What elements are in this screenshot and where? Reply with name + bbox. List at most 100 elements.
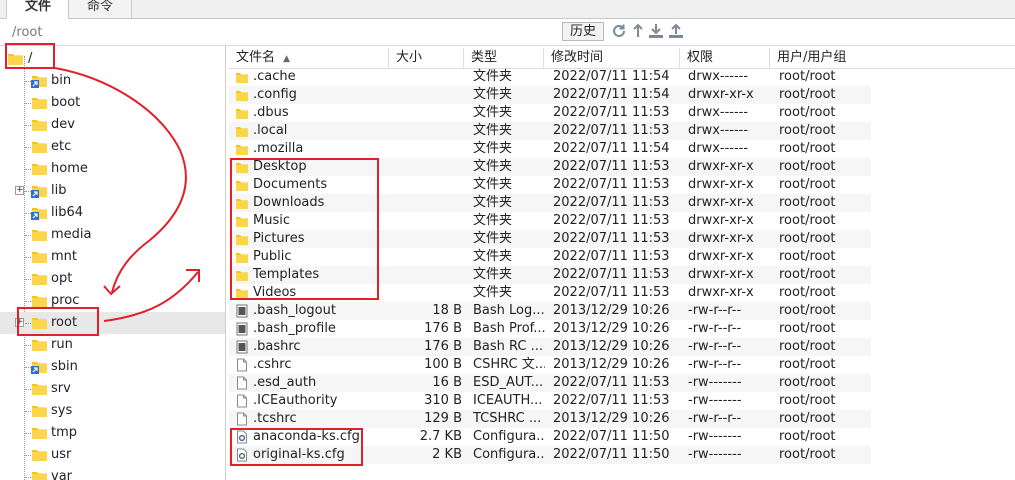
file-row-dot-iceauthority[interactable]: .ICEauthority 310 B ICEAUTH... 2022/07/11 1… [229,392,871,410]
file-owner: root/root [779,285,836,300]
folder-icon [32,252,47,263]
file-permissions: drwx------ [688,123,749,138]
column-header-name[interactable]: 文件名 ▲ [229,48,389,68]
file-name: .config [253,87,297,102]
path-input[interactable] [8,23,556,41]
tree-item-sbin[interactable]: sbin [0,356,225,378]
file-owner: root/root [779,411,836,426]
tree-item-media[interactable]: media [0,224,225,246]
file-row-dot-bash-profile[interactable]: .bash_profile 176 B Bash Prof... 2013/12/29… [229,320,871,338]
file-permissions: drwxr-xr-x [688,249,754,264]
file-owner: root/root [779,231,836,246]
file-row-documents[interactable]: Documents 文件夹 2022/07/11 11:53 drwxr-xr-x ro… [229,176,871,194]
file-row-dot-cache[interactable]: .cache 文件夹 2022/07/11 11:54 drwx------ root/… [229,68,871,86]
file-type: 文件夹 [473,195,513,210]
file-type: 文件夹 [473,249,513,264]
file-type: ESD_AUT... [473,375,544,390]
directory-tree[interactable]: / bin boot dev etc home + lib lib64 media mnt opt p… [0,46,226,480]
file-owner: root/root [779,357,836,372]
column-header-mtime[interactable]: 修改时间 [544,48,680,68]
tree-item-home[interactable]: home [0,158,225,180]
tree-item-sys[interactable]: sys [0,400,225,422]
up-icon[interactable] [630,23,646,39]
column-header-perm[interactable]: 权限 [680,48,770,68]
file-row-downloads[interactable]: Downloads 文件夹 2022/07/11 11:53 drwxr-xr-x ro… [229,194,871,212]
tree-item-label: bin [51,73,72,88]
file-row-desktop[interactable]: Desktop 文件夹 2022/07/11 11:53 drwxr-xr-x root… [229,158,871,176]
file-name: .local [253,123,288,138]
file-row-dot-bash-logout[interactable]: .bash_logout 18 B Bash Log... 2013/12/29 10… [229,302,871,320]
upload-icon[interactable] [668,23,684,39]
folder-icon [236,289,248,299]
file-type: Bash Log... [473,303,545,318]
tree-item-mnt[interactable]: mnt [0,246,225,268]
column-header-owner[interactable]: 用户/用户组 [770,48,871,68]
file-permissions: -rw-r--r-- [688,321,742,336]
file-row-original-ks-cfg[interactable]: original-ks.cfg 2 KB Configura... 2022/07/1… [229,446,871,464]
expand-toggle-icon[interactable]: + [15,318,24,327]
tree-item-dev[interactable]: dev [0,114,225,136]
file-type: 文件夹 [473,285,513,300]
file-size: 2.7 KB [419,429,462,444]
history-button[interactable]: 历史 [562,22,604,41]
file-list-header: 文件名 ▲ 大小 类型 修改时间 权限 用户/用户组 [229,48,1015,69]
file-row-dot-config[interactable]: .config 文件夹 2022/07/11 11:54 drwxr-xr-x root… [229,86,871,104]
file-mtime: 2013/12/29 10:26 [553,411,670,426]
file-row-dot-cshrc[interactable]: .cshrc 100 B CSHRC 文... 2013/12/29 10:26 -rw… [229,356,871,374]
tree-item-etc[interactable]: etc [0,136,225,158]
folder-icon [32,406,47,417]
download-icon[interactable] [648,23,664,39]
tree-item-boot[interactable]: boot [0,92,225,114]
file-mtime: 2022/07/11 11:54 [553,87,670,102]
file-row-dot-tcshrc[interactable]: .tcshrc 129 B TCSHRC ... 2013/12/29 10:26 -r… [229,410,871,428]
file-name: Documents [253,177,328,192]
file-name: .mozilla [253,141,304,156]
file-size: 310 B [424,393,462,408]
symlink-icon [31,80,39,88]
file-row-dot-dbus[interactable]: .dbus 文件夹 2022/07/11 11:53 drwx------ root/r… [229,104,871,122]
column-header-type[interactable]: 类型 [464,48,544,68]
file-row-public[interactable]: Public 文件夹 2022/07/11 11:53 drwxr-xr-x root/… [229,248,871,266]
tree-item-usr[interactable]: usr [0,444,225,466]
file-name: .bash_logout [253,303,336,318]
file-row-dot-bashrc[interactable]: .bashrc 176 B Bash RC ... 2013/12/29 10:26 -… [229,338,871,356]
file-row-videos[interactable]: Videos 文件夹 2022/07/11 11:53 drwxr-xr-x root/… [229,284,871,302]
script-file-icon [236,304,248,318]
tree-item-lib[interactable]: + lib [0,180,225,202]
file-row-dot-local[interactable]: .local 文件夹 2022/07/11 11:53 drwx------ root/… [229,122,871,140]
tree-item-root-dir[interactable]: / [0,48,225,70]
tab-files[interactable]: 文件 [6,0,70,19]
file-row-pictures[interactable]: Pictures 文件夹 2022/07/11 11:53 drwxr-xr-x roo… [229,230,871,248]
file-size: 2 KB [432,447,462,462]
tree-item-root[interactable]: + root [0,312,225,334]
file-owner: root/root [779,267,836,282]
expand-toggle-icon[interactable]: + [15,186,24,195]
folder-icon [236,217,248,227]
tree-item-srv[interactable]: srv [0,378,225,400]
file-size: 100 B [424,357,462,372]
file-mtime: 2022/07/11 11:53 [553,213,670,228]
file-list[interactable]: 文件名 ▲ 大小 类型 修改时间 权限 用户/用户组 .cache 文件夹 2022… [229,46,1015,480]
tab-commands[interactable]: 命令 [68,0,132,19]
tree-item-var[interactable]: var [0,466,225,480]
tree-item-lib64[interactable]: lib64 [0,202,225,224]
script-file-icon [236,322,248,336]
tree-item-bin[interactable]: bin [0,70,225,92]
refresh-icon[interactable] [611,23,627,39]
folder-icon [236,235,248,245]
file-row-dot-mozilla[interactable]: .mozilla 文件夹 2022/07/11 11:54 drwx------ roo… [229,140,871,158]
tree-item-opt[interactable]: opt [0,268,225,290]
folder-icon [32,472,47,480]
tree-item-tmp[interactable]: tmp [0,422,225,444]
file-permissions: -rw-r--r-- [688,357,742,372]
column-header-size[interactable]: 大小 [389,48,464,68]
tree-item-proc[interactable]: proc [0,290,225,312]
tree-item-label: lib64 [51,205,84,220]
tree-item-label: run [51,337,73,352]
file-row-anaconda-ks-cfg[interactable]: anaconda-ks.cfg 2.7 KB Configura... 2022/07… [229,428,871,446]
file-row-music[interactable]: Music 文件夹 2022/07/11 11:53 drwxr-xr-x root/r… [229,212,871,230]
file-row-templates[interactable]: Templates 文件夹 2022/07/11 11:53 drwxr-xr-x ro… [229,266,871,284]
file-mtime: 2013/12/29 10:26 [553,339,670,354]
tree-item-run[interactable]: run [0,334,225,356]
file-row-dot-esd-auth[interactable]: .esd_auth 16 B ESD_AUT... 2022/07/11 11:53 -… [229,374,871,392]
